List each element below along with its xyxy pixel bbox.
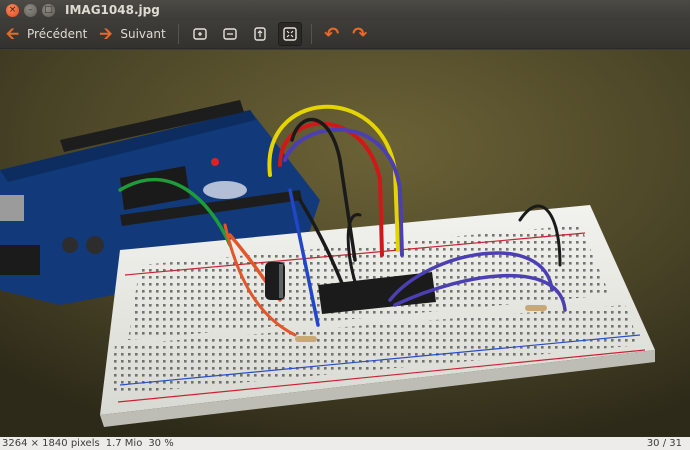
rotate-left-button[interactable]: ↶ [320, 24, 344, 45]
window-title: IMAG1048.jpg [65, 3, 160, 17]
photo-breadboard-arduino [0, 50, 690, 437]
best-fit-icon [283, 27, 297, 41]
rotate-right-icon: ↷ [352, 23, 368, 45]
maximize-window-button[interactable]: □ [42, 3, 55, 17]
zoom-level: 30 % [148, 438, 174, 449]
zoom-in-icon [193, 28, 207, 40]
normal-size-icon [254, 27, 266, 41]
rotate-right-button[interactable]: ↷ [348, 24, 372, 45]
best-fit-button[interactable] [277, 22, 302, 46]
next-button[interactable]: 🡪 Suivant [93, 22, 171, 46]
close-window-button[interactable]: × [6, 3, 19, 17]
next-button-label: Suivant [120, 27, 166, 41]
toolbar-separator [310, 24, 312, 44]
status-bar: 3264 × 1840 pixels 1.7 Mio 30 % 30 / 31 [0, 437, 690, 450]
minimize-window-button[interactable]: – [24, 3, 37, 17]
file-size: 1.7 Mio [105, 438, 143, 449]
zoom-in-button[interactable] [188, 22, 212, 46]
toolbar-separator [177, 24, 179, 44]
title-bar: × – □ IMAG1048.jpg [0, 0, 690, 20]
previous-button-label: Précédent [27, 27, 88, 41]
normal-size-button[interactable] [248, 22, 272, 46]
arrow-left-icon: 🡨 [6, 24, 19, 43]
rotate-left-icon: ↶ [324, 23, 340, 45]
zoom-out-button[interactable] [218, 22, 242, 46]
toolbar: 🡨 Précédent 🡪 Suivant ↶ ↷ [0, 20, 690, 49]
arrow-right-icon: 🡪 [99, 24, 113, 43]
image-view[interactable] [0, 50, 690, 437]
previous-button[interactable]: 🡨 Précédent [0, 22, 93, 46]
image-position: 30 / 31 [646, 438, 682, 449]
capacitor [265, 262, 285, 300]
image-dimensions: 3264 × 1840 pixels [2, 438, 100, 449]
zoom-out-icon [223, 28, 237, 40]
